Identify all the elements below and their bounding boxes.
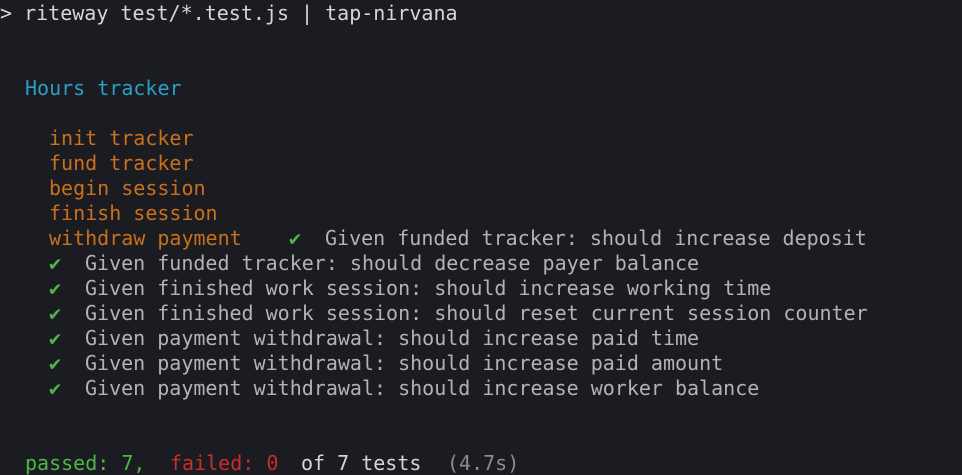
- test-result: Given payment withdrawal: should increas…: [85, 376, 760, 400]
- check-icon: ✔: [49, 351, 62, 375]
- group-begin-session: begin session: [49, 176, 206, 200]
- summary-failed: failed: 0: [170, 451, 279, 475]
- test-result: Given funded tracker: should decrease pa…: [85, 251, 700, 275]
- check-icon: ✔: [49, 326, 62, 350]
- test-result: Given payment withdrawal: should increas…: [85, 351, 724, 375]
- test-result: Given funded tracker: should increase de…: [325, 226, 867, 250]
- check-icon: ✔: [289, 226, 302, 250]
- check-icon: ✔: [49, 251, 62, 275]
- check-icon: ✔: [49, 276, 62, 300]
- group-finish-session: finish session: [49, 201, 218, 225]
- group-withdraw-payment: withdraw payment: [49, 226, 242, 250]
- suite-title: Hours tracker: [25, 76, 182, 100]
- test-result: Given finished work session: should incr…: [85, 276, 772, 300]
- test-result: Given payment withdrawal: should increas…: [85, 326, 700, 350]
- check-icon: ✔: [49, 376, 62, 400]
- test-result: Given finished work session: should rese…: [85, 301, 868, 325]
- command-line: > riteway test/*.test.js | tap-nirvana: [0, 1, 458, 25]
- summary-passed: passed: 7,: [25, 451, 146, 475]
- summary-total: of 7 tests: [301, 451, 422, 475]
- summary-duration: (4.7s): [447, 451, 520, 475]
- check-icon: ✔: [49, 301, 62, 325]
- group-fund-tracker: fund tracker: [49, 151, 194, 175]
- terminal-window: > riteway test/*.test.js | tap-nirvana H…: [0, 0, 962, 475]
- group-init-tracker: init tracker: [49, 126, 194, 150]
